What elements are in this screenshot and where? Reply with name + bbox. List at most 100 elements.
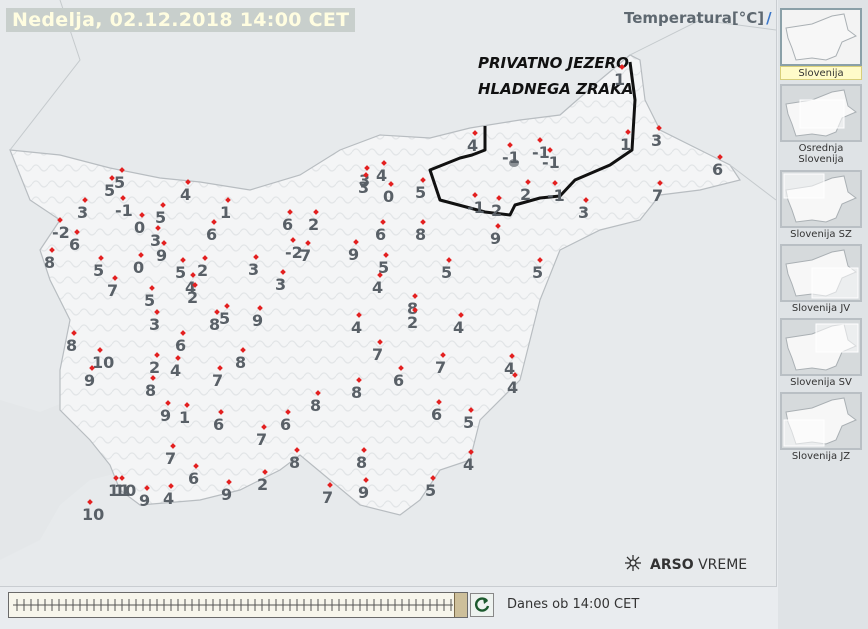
parameter-close-icon[interactable]: / bbox=[766, 9, 771, 27]
station-temperature: 10 bbox=[92, 353, 115, 372]
station-temperature: 4 bbox=[376, 166, 388, 185]
station-temperature: 4 bbox=[467, 136, 479, 155]
region-thumb-label: Osrednja Slovenija bbox=[798, 143, 844, 165]
station-temperature: 2 bbox=[257, 475, 269, 494]
station-temperature: 8 bbox=[310, 396, 322, 415]
station-temperature: 7 bbox=[435, 358, 447, 377]
station-temperature: 10 bbox=[82, 505, 105, 524]
station-temperature: 7 bbox=[165, 449, 177, 468]
station-temperature: 7 bbox=[300, 246, 312, 265]
station-temperature: 6 bbox=[712, 160, 724, 179]
station-temperature: 7 bbox=[322, 488, 334, 507]
time-slider[interactable] bbox=[8, 592, 468, 618]
station-temperature: 0 bbox=[383, 187, 395, 206]
map-title: Nedelja, 02.12.2018 14:00 CET bbox=[6, 8, 356, 32]
station-temperature: 9 bbox=[252, 311, 264, 330]
station-temperature: 6 bbox=[213, 415, 225, 434]
station-temperature: -1 bbox=[547, 186, 565, 205]
station-temperature: 3 bbox=[358, 178, 370, 197]
station-temperature: 8 bbox=[66, 336, 78, 355]
map-panel[interactable]: Nedelja, 02.12.2018 14:00 CET Temperatur… bbox=[0, 0, 777, 587]
region-sidebar: Slovenija Osrednja Slovenija Slovenija SZ S… bbox=[778, 0, 868, 629]
brand-product: VREME bbox=[698, 557, 748, 573]
station-temperature: 5 bbox=[415, 183, 427, 202]
station-temperature: 8 bbox=[145, 381, 157, 400]
station-temperature: 8 bbox=[44, 253, 56, 272]
station-temperature: 4 bbox=[453, 318, 465, 337]
station-temperature: 4 bbox=[372, 278, 384, 297]
station-temperature: 2 bbox=[308, 215, 320, 234]
station-temperature: -2 bbox=[52, 223, 70, 242]
station-temperature: 5 bbox=[155, 208, 167, 227]
station-temperature: 6 bbox=[431, 405, 443, 424]
parameter-text: Temperatura[°C] bbox=[624, 9, 765, 27]
time-label: Danes ob 14:00 CET bbox=[507, 597, 640, 612]
slider-ticks bbox=[13, 599, 453, 611]
timeline-bar: Danes ob 14:00 CET bbox=[0, 588, 776, 629]
station-temperature: 9 bbox=[358, 483, 370, 502]
station-temperature: 3 bbox=[77, 203, 89, 222]
station-temperature: 5 bbox=[463, 413, 475, 432]
station-temperature: 8 bbox=[415, 225, 427, 244]
station-temperature: 1 bbox=[620, 135, 632, 154]
station-temperature: 5 bbox=[104, 181, 116, 200]
station-temperature: 9 bbox=[84, 371, 96, 390]
station-temperature: 7 bbox=[107, 281, 119, 300]
station-temperature: 9 bbox=[221, 485, 233, 504]
station-temperature: 2 bbox=[197, 261, 209, 280]
station-temperature: 9 bbox=[490, 229, 502, 248]
station-temperature: 4 bbox=[163, 489, 175, 508]
region-thumb[interactable]: Slovenija JZ bbox=[780, 392, 862, 462]
region-thumb-image bbox=[780, 392, 862, 450]
slider-handle[interactable] bbox=[454, 593, 467, 617]
station-temperature: 1 bbox=[614, 70, 626, 89]
region-thumb[interactable]: Slovenija SV bbox=[780, 318, 862, 388]
station-temperature: 3 bbox=[149, 315, 161, 334]
station-temperature: 5 bbox=[441, 263, 453, 282]
station-temperature: 6 bbox=[282, 215, 294, 234]
region-thumb-label: Slovenija JV bbox=[791, 303, 851, 314]
station-temperature: 8 bbox=[289, 453, 301, 472]
station-temperature: 6 bbox=[188, 469, 200, 488]
station-temperature: 3 bbox=[275, 275, 287, 294]
station-temperature: 0 bbox=[133, 258, 145, 277]
station-temperature: 8 bbox=[235, 353, 247, 372]
station-temperature: 2 bbox=[407, 313, 419, 332]
region-thumb-image bbox=[780, 244, 862, 302]
station-temperature: 2 bbox=[187, 288, 199, 307]
station-temperature: 9 bbox=[139, 491, 151, 510]
station-temperature: 8 bbox=[209, 315, 221, 334]
station-temperature: 6 bbox=[69, 235, 81, 254]
station-temperature: 3 bbox=[651, 131, 663, 150]
station-temperature: 6 bbox=[175, 336, 187, 355]
station-temperature: 5 bbox=[114, 173, 126, 192]
arso-logo: ARSO VREME bbox=[624, 554, 747, 576]
parameter-label: Temperatura[°C] / bbox=[624, 9, 772, 27]
station-temperature: 7 bbox=[212, 371, 224, 390]
station-temperature: -1 bbox=[467, 198, 485, 217]
region-thumb[interactable]: Slovenija JV bbox=[780, 244, 862, 314]
station-temperature: 4 bbox=[180, 185, 192, 204]
station-temperature: 1 bbox=[179, 408, 191, 427]
snowflake-sun-icon bbox=[624, 554, 642, 576]
station-temperature: 9 bbox=[160, 406, 172, 425]
region-thumb[interactable]: Osrednja Slovenija bbox=[780, 84, 862, 165]
region-thumb-label: Slovenija JZ bbox=[791, 451, 851, 462]
annotation-line-2: HLADNEGA ZRAKA bbox=[478, 80, 634, 98]
station-temperature: 5 bbox=[532, 263, 544, 282]
station-temperature: 8 bbox=[351, 383, 363, 402]
region-thumb[interactable]: Slovenija SZ bbox=[780, 170, 862, 240]
station-temperature: 6 bbox=[280, 415, 292, 434]
station-temperature: 3 bbox=[578, 203, 590, 222]
station-temperature: 5 bbox=[219, 309, 231, 328]
station-temperature: 4 bbox=[170, 361, 182, 380]
region-thumb-label: Slovenija SZ bbox=[790, 229, 852, 240]
brand-name: ARSO bbox=[650, 557, 694, 573]
station-temperature: -1 bbox=[115, 201, 133, 220]
refresh-icon[interactable] bbox=[470, 593, 494, 617]
station-temperature: 4 bbox=[507, 378, 519, 397]
region-thumb-image bbox=[780, 8, 862, 66]
station-temperature: 9 bbox=[348, 245, 360, 264]
region-thumb[interactable]: Slovenija bbox=[780, 8, 862, 80]
station-temperature: 6 bbox=[393, 371, 405, 390]
